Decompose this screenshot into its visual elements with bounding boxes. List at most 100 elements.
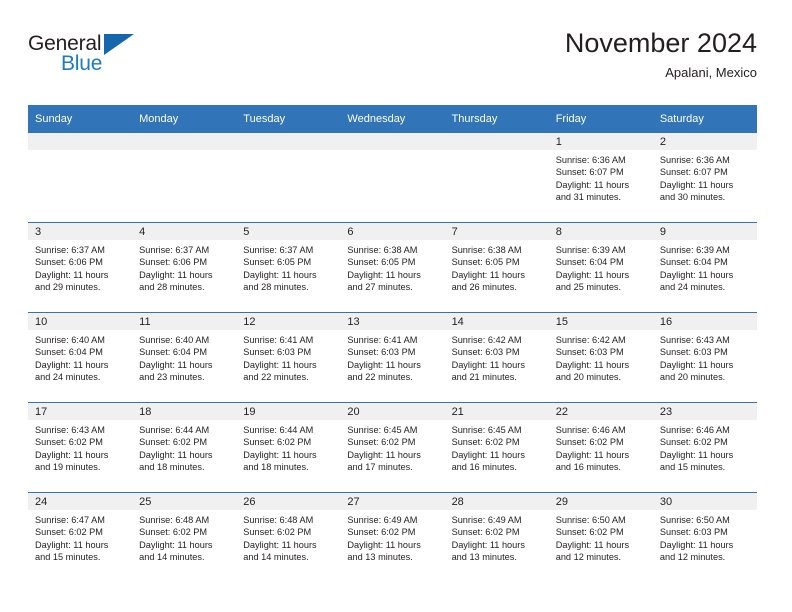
sunrise-text: Sunrise: 6:40 AM [139, 335, 210, 345]
sunset-text: Sunset: 6:05 PM [347, 257, 416, 268]
daylight-text-line2: and 19 minutes. [35, 462, 101, 473]
daylight-text-line2: and 23 minutes. [139, 372, 205, 383]
sun-info: Sunrise: 6:40 AM Sunset: 6:04 PM Daylight:… [28, 330, 132, 384]
sun-info: Sunrise: 6:46 AM Sunset: 6:02 PM Daylight:… [549, 420, 653, 474]
sunrise-text: Sunrise: 6:46 AM [659, 425, 730, 435]
daylight-text-line1: Daylight: 11 hours [555, 269, 630, 280]
daylight-text-line2: and 22 minutes. [347, 372, 413, 383]
day-cell-30[interactable]: 30 Sunrise: 6:50 AM Sunset: 6:03 PM Dayligh… [652, 493, 757, 582]
daylight-text-line2: and 16 minutes. [451, 462, 517, 473]
daylight-text-line2: and 12 minutes. [555, 552, 622, 563]
sun-info: Sunrise: 6:42 AM Sunset: 6:03 PM Daylight:… [445, 330, 549, 384]
daylight-text-line2: and 29 minutes. [35, 282, 101, 293]
sun-info: Sunrise: 6:36 AM Sunset: 6:07 PM Daylight:… [653, 150, 757, 204]
location-subtitle: Apalani, Mexico [665, 65, 757, 80]
daylight-text-line2: and 13 minutes. [347, 552, 413, 563]
day-cell-1[interactable]: 1 Sunrise: 6:36 AM Sunset: 6:07 PM Daylight… [548, 133, 653, 222]
sunrise-text: Sunrise: 6:39 AM [555, 245, 626, 255]
day-cell-29[interactable]: 29 Sunrise: 6:50 AM Sunset: 6:02 PM Dayligh… [548, 493, 653, 582]
day-number: 2 [652, 133, 757, 150]
daylight-text-line1: Daylight: 11 hours [243, 449, 317, 460]
daylight-text-line1: Daylight: 11 hours [555, 539, 630, 550]
weekday-header-thursday: Thursday [444, 105, 549, 133]
calendar-day-cell: 23 Sunrise: 6:46 AM Sunset: 6:02 PM Dayligh… [652, 402, 757, 493]
daylight-text-line2: and 28 minutes. [243, 282, 309, 293]
sunrise-text: Sunrise: 6:37 AM [35, 245, 105, 255]
sunrise-text: Sunrise: 6:49 AM [347, 515, 418, 525]
weekday-header-monday: Monday [132, 105, 237, 133]
day-cell-24[interactable]: 24 Sunrise: 6:47 AM Sunset: 6:02 PM Dayligh… [28, 493, 133, 582]
daylight-text-line2: and 13 minutes. [451, 552, 517, 563]
page-header: General Blue November 2024 Apalani, Mexi… [28, 26, 757, 96]
sunrise-text: Sunrise: 6:37 AM [243, 245, 314, 255]
day-number: 10 [28, 313, 133, 330]
sunrise-text: Sunrise: 6:43 AM [35, 425, 105, 435]
calendar-day-cell: 3 Sunrise: 6:37 AM Sunset: 6:06 PM Daylight… [28, 222, 133, 313]
day-cell-25[interactable]: 25 Sunrise: 6:48 AM Sunset: 6:02 PM Dayligh… [132, 493, 237, 582]
day-cell-14[interactable]: 14 Sunrise: 6:42 AM Sunset: 6:03 PM Dayligh… [444, 313, 549, 402]
daylight-text-line1: Daylight: 11 hours [243, 359, 317, 370]
day-cell-23[interactable]: 23 Sunrise: 6:46 AM Sunset: 6:02 PM Dayligh… [652, 403, 757, 492]
sunrise-text: Sunrise: 6:45 AM [347, 425, 418, 435]
sun-info: Sunrise: 6:38 AM Sunset: 6:05 PM Daylight:… [340, 240, 444, 294]
day-number: 12 [236, 313, 341, 330]
sun-info: Sunrise: 6:44 AM Sunset: 6:02 PM Daylight:… [132, 420, 236, 474]
daylight-text-line2: and 27 minutes. [347, 282, 413, 293]
day-cell-3[interactable]: 3 Sunrise: 6:37 AM Sunset: 6:06 PM Daylight… [28, 223, 133, 312]
day-cell-18[interactable]: 18 Sunrise: 6:44 AM Sunset: 6:02 PM Dayligh… [132, 403, 237, 492]
day-cell-9[interactable]: 9 Sunrise: 6:39 AM Sunset: 6:04 PM Daylight… [652, 223, 757, 312]
calendar-day-cell: 7 Sunrise: 6:38 AM Sunset: 6:05 PM Daylight… [444, 222, 549, 313]
calendar-header-row: Sunday Monday Tuesday Wednesday Thursday… [28, 105, 757, 133]
calendar-day-cell: 6 Sunrise: 6:38 AM Sunset: 6:05 PM Daylight… [340, 222, 445, 313]
day-cell-20[interactable]: 20 Sunrise: 6:45 AM Sunset: 6:02 PM Dayligh… [340, 403, 445, 492]
daylight-text-line1: Daylight: 11 hours [555, 359, 630, 370]
empty-day-cell [340, 133, 445, 222]
sunrise-text: Sunrise: 6:42 AM [555, 335, 626, 345]
day-cell-6[interactable]: 6 Sunrise: 6:38 AM Sunset: 6:05 PM Daylight… [340, 223, 445, 312]
calendar-week-row: 17 Sunrise: 6:43 AM Sunset: 6:02 PM Dayligh… [28, 402, 757, 493]
daylight-text-line1: Daylight: 11 hours [555, 179, 630, 190]
calendar-week-row: 24 Sunrise: 6:47 AM Sunset: 6:02 PM Dayligh… [28, 492, 757, 582]
day-cell-7[interactable]: 7 Sunrise: 6:38 AM Sunset: 6:05 PM Daylight… [444, 223, 549, 312]
day-number: 27 [340, 493, 445, 510]
general-blue-logo[interactable]: General Blue [28, 32, 188, 90]
day-cell-15[interactable]: 15 Sunrise: 6:42 AM Sunset: 6:03 PM Dayligh… [548, 313, 653, 402]
day-cell-28[interactable]: 28 Sunrise: 6:49 AM Sunset: 6:02 PM Dayligh… [444, 493, 549, 582]
day-number-band [236, 133, 341, 150]
day-cell-17[interactable]: 17 Sunrise: 6:43 AM Sunset: 6:02 PM Dayligh… [28, 403, 133, 492]
sunrise-text: Sunrise: 6:37 AM [139, 245, 210, 255]
daylight-text-line2: and 26 minutes. [451, 282, 517, 293]
daylight-text-line2: and 14 minutes. [243, 552, 309, 563]
calendar-day-cell-empty [28, 133, 133, 223]
sun-info: Sunrise: 6:50 AM Sunset: 6:03 PM Daylight:… [653, 510, 757, 564]
day-cell-19[interactable]: 19 Sunrise: 6:44 AM Sunset: 6:02 PM Dayligh… [236, 403, 341, 492]
day-cell-2[interactable]: 2 Sunrise: 6:36 AM Sunset: 6:07 PM Daylight… [652, 133, 757, 222]
calendar-day-cell: 28 Sunrise: 6:49 AM Sunset: 6:02 PM Dayligh… [444, 492, 549, 582]
day-number-band [444, 133, 549, 150]
day-number: 21 [444, 403, 549, 420]
sunset-text: Sunset: 6:02 PM [139, 527, 208, 538]
day-cell-10[interactable]: 10 Sunrise: 6:40 AM Sunset: 6:04 PM Dayligh… [28, 313, 133, 402]
day-cell-21[interactable]: 21 Sunrise: 6:45 AM Sunset: 6:02 PM Dayligh… [444, 403, 549, 492]
day-cell-4[interactable]: 4 Sunrise: 6:37 AM Sunset: 6:06 PM Daylight… [132, 223, 237, 312]
day-cell-22[interactable]: 22 Sunrise: 6:46 AM Sunset: 6:02 PM Dayligh… [548, 403, 653, 492]
weekday-header-sunday: Sunday [28, 105, 133, 133]
daylight-text-line1: Daylight: 11 hours [35, 539, 109, 550]
day-cell-11[interactable]: 11 Sunrise: 6:40 AM Sunset: 6:04 PM Dayligh… [132, 313, 237, 402]
day-cell-16[interactable]: 16 Sunrise: 6:43 AM Sunset: 6:03 PM Dayligh… [652, 313, 757, 402]
sun-info: Sunrise: 6:49 AM Sunset: 6:02 PM Daylight:… [340, 510, 444, 564]
calendar-day-cell: 20 Sunrise: 6:45 AM Sunset: 6:02 PM Dayligh… [340, 402, 445, 493]
sun-info: Sunrise: 6:46 AM Sunset: 6:02 PM Daylight:… [653, 420, 757, 474]
sunrise-text: Sunrise: 6:44 AM [139, 425, 210, 435]
day-cell-12[interactable]: 12 Sunrise: 6:41 AM Sunset: 6:03 PM Dayligh… [236, 313, 341, 402]
calendar-body: 1 Sunrise: 6:36 AM Sunset: 6:07 PM Daylight… [28, 133, 757, 582]
calendar-day-cell: 4 Sunrise: 6:37 AM Sunset: 6:06 PM Daylight… [132, 222, 237, 313]
calendar-day-cell: 5 Sunrise: 6:37 AM Sunset: 6:05 PM Daylight… [236, 222, 341, 313]
daylight-text-line1: Daylight: 11 hours [347, 539, 421, 550]
day-cell-13[interactable]: 13 Sunrise: 6:41 AM Sunset: 6:03 PM Dayligh… [340, 313, 445, 402]
day-cell-26[interactable]: 26 Sunrise: 6:48 AM Sunset: 6:02 PM Dayligh… [236, 493, 341, 582]
day-cell-8[interactable]: 8 Sunrise: 6:39 AM Sunset: 6:04 PM Daylight… [548, 223, 653, 312]
day-cell-27[interactable]: 27 Sunrise: 6:49 AM Sunset: 6:02 PM Dayligh… [340, 493, 445, 582]
day-cell-5[interactable]: 5 Sunrise: 6:37 AM Sunset: 6:05 PM Daylight… [236, 223, 341, 312]
daylight-text-line2: and 24 minutes. [35, 372, 101, 383]
